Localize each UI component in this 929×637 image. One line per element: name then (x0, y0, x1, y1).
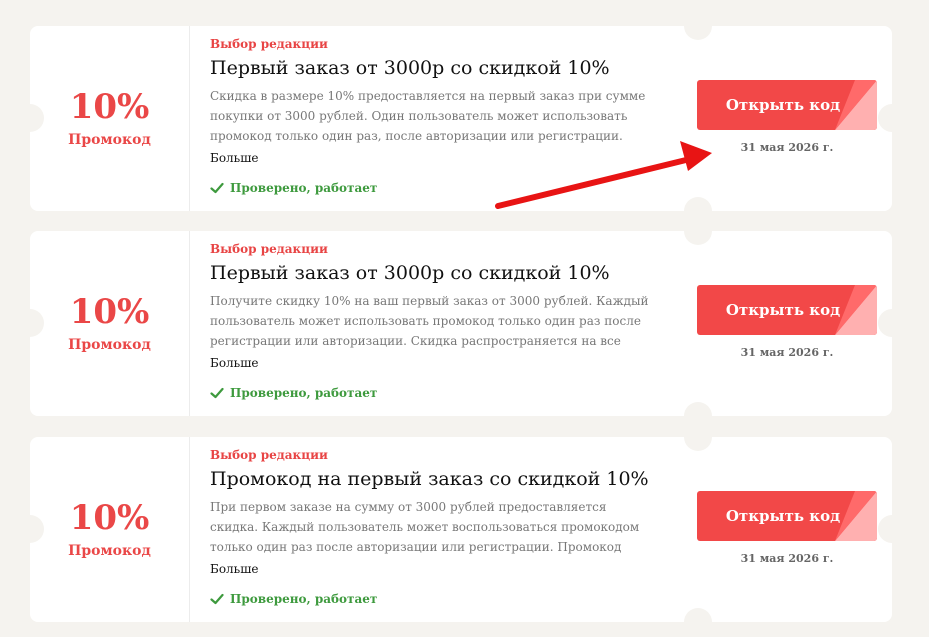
editors-choice-label: Выбор редакции (210, 448, 328, 462)
coupon-body: Выбор редакции Первый заказ от 3000р со … (210, 26, 650, 211)
open-code-button[interactable]: Открыть код (697, 80, 877, 130)
check-icon (210, 182, 224, 194)
discount-value: 10% (69, 87, 150, 127)
expiry-date: 31 мая 2026 г. (740, 346, 834, 359)
more-link[interactable]: Больше (210, 151, 258, 165)
coupon-type: Промокод (68, 543, 151, 559)
expiry-date: 31 мая 2026 г. (740, 552, 834, 565)
ticket-notch (878, 515, 906, 543)
discount-block: 10% Промокод (30, 26, 190, 211)
coupon-title: Промокод на первый заказ со скидкой 10% (210, 468, 649, 490)
coupon-type: Промокод (68, 132, 151, 148)
coupon-description: Получите скидку 10% на ваш первый заказ … (210, 294, 649, 348)
ticket-notch (878, 309, 906, 337)
coupon-list: 10% Промокод Выбор редакции Первый заказ… (0, 0, 929, 637)
discount-value: 10% (69, 292, 150, 332)
verified-label: Проверено, работает (230, 386, 378, 400)
verified-label: Проверено, работает (230, 592, 378, 606)
open-code-label: Открыть код (725, 507, 841, 525)
coupon-title: Первый заказ от 3000р со скидкой 10% (210, 262, 610, 284)
more-link[interactable]: Больше (210, 562, 258, 576)
coupon-body: Выбор редакции Промокод на первый заказ … (210, 437, 650, 622)
coupon-action: Открыть код 31 мая 2026 г. (697, 26, 877, 211)
discount-block: 10% Промокод (30, 437, 190, 622)
coupon-type: Промокод (68, 337, 151, 353)
expiry-date: 31 мая 2026 г. (740, 141, 834, 154)
open-code-label: Открыть код (725, 96, 841, 114)
coupon-title: Первый заказ от 3000р со скидкой 10% (210, 57, 610, 79)
editors-choice-label: Выбор редакции (210, 242, 328, 256)
verified-label: Проверено, работает (230, 181, 378, 195)
ticket-notch (878, 104, 906, 132)
open-code-button[interactable]: Открыть код (697, 285, 877, 335)
discount-block: 10% Промокод (30, 231, 190, 416)
coupon-description: Скидка в размере 10% предоставляется на … (210, 89, 646, 143)
verified-status: Проверено, работает (210, 386, 377, 400)
coupon-action: Открыть код 31 мая 2026 г. (697, 437, 877, 622)
coupon-body: Выбор редакции Первый заказ от 3000р со … (210, 231, 650, 416)
more-link[interactable]: Больше (210, 356, 258, 370)
discount-value: 10% (69, 498, 150, 538)
verified-status: Проверено, работает (210, 181, 377, 195)
coupon-description: При первом заказе на сумму от 3000 рубле… (210, 500, 640, 554)
editors-choice-label: Выбор редакции (210, 37, 328, 51)
open-code-label: Открыть код (725, 301, 841, 319)
open-code-button[interactable]: Открыть код (697, 491, 877, 541)
coupon-action: Открыть код 31 мая 2026 г. (697, 231, 877, 416)
verified-status: Проверено, работает (210, 592, 377, 606)
coupon-card: 10% Промокод Выбор редакции Промокод на … (16, 423, 906, 636)
check-icon (210, 387, 224, 399)
coupon-card: 10% Промокод Выбор редакции Первый заказ… (16, 217, 906, 430)
coupon-card: 10% Промокод Выбор редакции Первый заказ… (16, 12, 906, 225)
check-icon (210, 593, 224, 605)
